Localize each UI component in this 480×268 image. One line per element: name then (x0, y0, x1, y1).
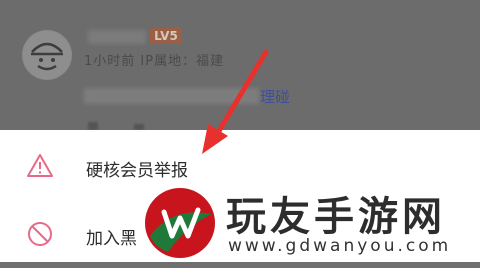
username-blurred (88, 30, 146, 44)
watermark-title: 玩友手游网 (226, 194, 446, 240)
menu-item-label: 硬核会员举报 (86, 161, 188, 181)
menu-item-label: 加入黑 (86, 229, 137, 249)
avatar-face-icon (23, 31, 71, 79)
warning-icon (27, 154, 53, 177)
level-badge: LV5 (150, 28, 182, 44)
site-logo-icon (145, 188, 215, 258)
watermark: 玩友手游网 www.gdwanyou.com (136, 180, 480, 262)
action-icon-blurred (88, 122, 98, 130)
avatar[interactable] (22, 30, 72, 80)
block-icon (28, 222, 52, 246)
red-arrow-annotation (202, 50, 269, 154)
watermark-url: www.gdwanyou.com (228, 236, 452, 256)
